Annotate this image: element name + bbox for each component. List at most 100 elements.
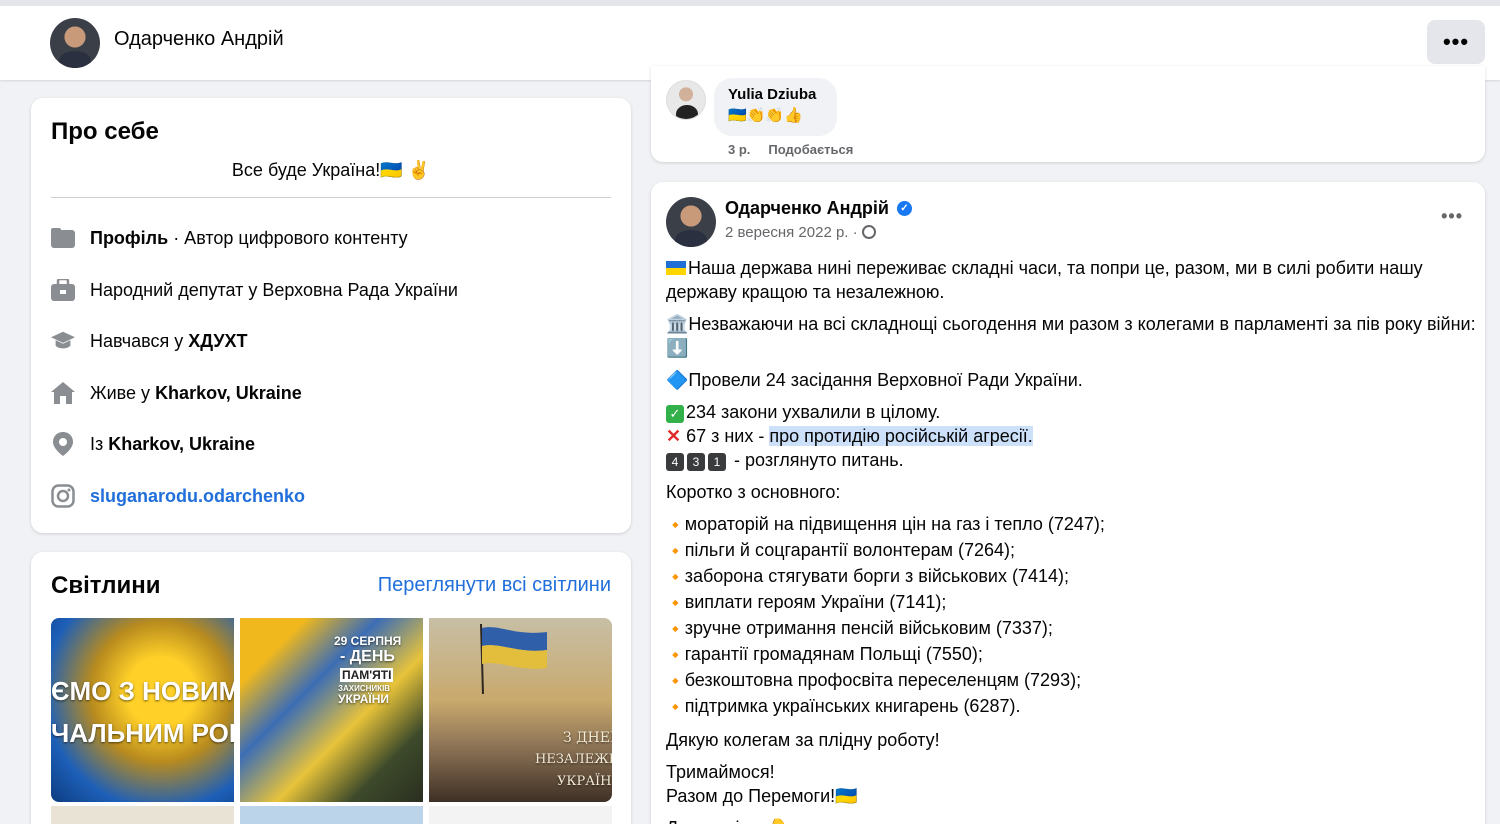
bullet-list: 🔸мораторій на підвищення цін на газ і те… <box>666 512 1476 720</box>
info-row-instagram: sluganarodu.odarchenko <box>51 481 305 511</box>
orange-diamond-icon: 🔸 <box>666 543 685 560</box>
list-item: безкоштовна профосвіта переселенцям (729… <box>684 670 1082 690</box>
comment-card: Yulia Dziuba 🇺🇦👏👏👍 3 р. Подобається <box>651 66 1485 162</box>
lives-city[interactable]: Kharkov, Ukraine <box>155 383 302 403</box>
lives-prefix: Живе у <box>90 382 156 403</box>
keycap-digit-icon: 3 <box>687 453 705 471</box>
from-city[interactable]: Kharkov, Ukraine <box>108 434 255 454</box>
photos-card: Світлини Переглянути всі світлини ЄМО З … <box>31 552 631 824</box>
post-paragraph: Тримаймося! Разом до Перемоги!🇺🇦 <box>666 760 1476 808</box>
info-row-from: Із Kharkov, Ukraine <box>51 429 255 459</box>
comment-meta: 3 р. Подобається <box>728 142 853 157</box>
location-pin-icon <box>51 432 75 456</box>
photo-thumbnail[interactable]: ЄМО З НОВИМ ЧАЛЬНИМ РОК <box>51 618 234 802</box>
comment-age[interactable]: 3 р. <box>728 142 750 157</box>
divider <box>51 197 611 198</box>
post-author: Одарченко Андрій ✓ <box>725 198 912 219</box>
photo-thumbnail[interactable]: 29 СЕРПНЯ - ДЕНЬ ПАМ'ЯТІ ЗАХИСНИКІВ УКРА… <box>240 618 423 802</box>
comment-text: 🇺🇦👏👏👍 <box>728 107 803 124</box>
post-date: 2 вересня 2022 р. · <box>725 224 876 241</box>
post-more-button[interactable]: ••• <box>1441 206 1463 227</box>
about-title: Про себе <box>51 118 159 145</box>
list-item: мораторій на підвищення цін на газ і теп… <box>684 514 1105 534</box>
education-school[interactable]: ХДУХТ <box>188 331 247 351</box>
post-text: 234 закони ухвалили в цілому. <box>686 402 941 422</box>
post-paragraph: Наша держава нині переживає складні часи… <box>666 256 1476 304</box>
photo-thumbnail[interactable] <box>429 806 612 824</box>
post-text: Наша держава нині переживає складні часи… <box>666 258 1423 302</box>
photo-caption: ПАМ'ЯТІ <box>340 668 394 682</box>
post-paragraph: Коротко з основного: <box>666 482 841 502</box>
down-arrow-icon: ⬇️ <box>666 338 689 358</box>
post-text: Разом до Перемоги!🇺🇦 <box>666 786 858 806</box>
education-icon <box>51 329 75 353</box>
orange-diamond-icon: 🔸 <box>666 569 685 586</box>
briefcase-icon <box>51 226 75 250</box>
check-mark-icon: ✓ <box>666 405 684 423</box>
post-paragraph: Дякую колегам за плідну роботу! <box>666 730 940 750</box>
like-button[interactable]: Подобається <box>768 142 853 157</box>
orange-diamond-icon: 🔸 <box>666 621 685 638</box>
orange-diamond-icon: 🔸 <box>666 673 685 690</box>
post-paragraph: 🔷Провели 24 засідання Верховної Ради Укр… <box>666 368 1476 392</box>
verified-badge-icon: ✓ <box>897 201 912 216</box>
avatar[interactable] <box>666 80 706 120</box>
home-icon <box>51 381 75 405</box>
see-all-photos-link[interactable]: Переглянути всі світлини <box>378 574 611 597</box>
from-prefix: Із <box>90 433 109 454</box>
ukraine-flag-icon <box>666 261 686 275</box>
cross-mark-icon: ✕ <box>666 426 682 446</box>
list-item: гарантії громадянам Польщі (7550); <box>684 644 983 664</box>
list-item: підтримка українських книгарень (6287). <box>684 696 1021 716</box>
photo-thumbnail[interactable] <box>240 806 423 824</box>
post-text: 67 з них - <box>681 426 770 446</box>
flag-icon <box>480 624 547 694</box>
post-text: Провели 24 засідання Верховної Ради Укра… <box>688 370 1083 390</box>
work-icon <box>51 278 75 302</box>
orange-diamond-icon: 🔸 <box>666 647 685 664</box>
orange-diamond-icon: 🔸 <box>666 595 685 612</box>
work-text: Народний депутат у Верховна Рада України <box>90 279 458 300</box>
instagram-icon <box>51 484 75 508</box>
avatar[interactable] <box>666 197 716 247</box>
post-text: - розглянуто питань. <box>729 450 904 470</box>
post-card: Одарченко Андрій ✓ 2 вересня 2022 р. · •… <box>651 182 1485 824</box>
orange-diamond-icon: 🔸 <box>666 699 685 716</box>
list-item: виплати героям України (7141); <box>684 592 947 612</box>
info-row-work: Народний депутат у Верховна Рада України <box>51 275 458 305</box>
orange-diamond-icon: 🔸 <box>666 517 685 534</box>
info-row-education: Навчався у ХДУХТ <box>51 326 248 356</box>
photo-caption: УКРАЇНИ <box>338 692 390 706</box>
photo-caption: НЕЗАЛЕЖН <box>535 752 612 767</box>
photo-caption: З ДНЕМ <box>563 730 612 746</box>
photo-thumbnail[interactable]: З ДНЕМ НЕЗАЛЕЖН УКРАЇН <box>429 618 612 802</box>
post-paragraph: 🏛️Незважаючи на всі складнощі сьогодення… <box>666 314 1476 358</box>
globe-icon <box>861 225 876 239</box>
about-card: Про себе Все буде Україна!🇺🇦 ✌️ Профіль … <box>31 98 631 533</box>
post-author-name[interactable]: Одарченко Андрій <box>725 198 889 219</box>
keycap-digit-icon: 4 <box>666 453 684 471</box>
avatar[interactable] <box>50 18 100 68</box>
post-timestamp[interactable]: 2 вересня 2022 р. · <box>725 224 858 241</box>
more-options-button[interactable]: ••• <box>1427 20 1485 64</box>
info-row-lives: Живе у Kharkov, Ukraine <box>51 378 302 408</box>
post-text: Незважаючи на всі складнощі сьогодення м… <box>688 314 1476 334</box>
list-item: пільги й соцгарантії волонтерам (7264); <box>684 540 1016 560</box>
comment-author[interactable]: Yulia Dziuba <box>728 86 823 103</box>
comment-bubble: Yulia Dziuba 🇺🇦👏👏👍 <box>714 78 837 136</box>
post-paragraph: Детальніше 👇 <box>666 816 1476 824</box>
post-body: Наша держава нині переживає складні часи… <box>666 256 1476 824</box>
instagram-link[interactable]: sluganarodu.odarchenko <box>90 486 305 507</box>
photos-title: Світлини <box>51 572 161 599</box>
photo-caption: ЄМО З НОВИМ <box>51 676 234 706</box>
education-prefix: Навчався у <box>90 330 189 351</box>
profile-category-text: · Автор цифрового контенту <box>168 227 408 248</box>
photo-thumbnail[interactable] <box>51 806 234 824</box>
highlighted-text: про протидію російській агресії. <box>769 426 1033 446</box>
keycap-digit-icon: 1 <box>708 453 726 471</box>
list-item: зручне отримання пенсій військовим (7337… <box>684 618 1053 638</box>
photo-caption: ЧАЛЬНИМ РОК <box>51 718 234 748</box>
profile-name[interactable]: Одарченко Андрій <box>114 28 284 51</box>
list-item: заборона стягувати борги з військових (7… <box>684 566 1070 586</box>
bio-text: Все буде Україна!🇺🇦 ✌️ <box>231 160 431 180</box>
